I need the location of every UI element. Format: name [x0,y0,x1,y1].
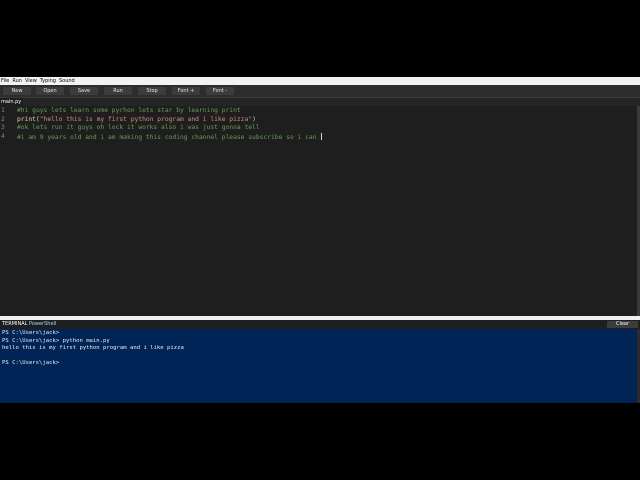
terminal-line: PS C:\Users\jack> python main.py [2,337,110,344]
code-function-token: print( [17,115,40,123]
line-number: 1 [1,107,5,114]
text-cursor [321,132,323,140]
shell-label: PowerShell [29,321,57,327]
terminal-header: TERMINAL PowerShell Clear [0,320,640,329]
clear-button[interactable]: Clear [607,321,638,328]
code-text: #i am 9 years old and i am making this c… [17,132,323,143]
toolbar: New Open Save Run Stop Font + Font - [0,85,640,98]
menu-run[interactable]: Run [12,78,22,84]
font-increase-button[interactable]: Font + [172,87,200,95]
code-editor[interactable]: 1 #hi guys lets learn some pyrhon lets s… [0,106,637,316]
code-punctuation-token: ) [252,115,256,123]
code-line: 2 print("hello this is my first python p… [0,116,637,125]
new-button[interactable]: New [3,87,31,95]
terminal-line: PS C:\Users\jack> [2,330,60,336]
terminal-line: PS C:\Users\jack> [2,360,60,366]
code-comment-token: #i am 9 years old and i am making this c… [17,133,321,141]
terminal-output[interactable]: PS C:\Users\jack> PS C:\Users\jack> pyth… [0,329,637,403]
code-line: 4 #i am 9 years old and i am making this… [0,132,637,143]
menu-typing[interactable]: Typing [40,78,56,84]
code-text: #hi guys lets learn some pyrhon lets sta… [17,107,241,114]
tab-terminal[interactable]: TERMINAL [2,320,27,329]
line-number: 4 [1,132,5,140]
terminal-line: hello this is my first python program an… [2,345,184,351]
code-text: print("hello this is my first python pro… [17,116,256,125]
line-number: 2 [1,115,5,123]
menu-sound[interactable]: Sound [59,78,75,84]
tab-bar: main.py * [0,98,640,113]
code-line: 3 #ok lets run it guys oh lock it works … [0,124,637,133]
code-line: 1 #hi guys lets learn some pyrhon lets s… [0,107,637,116]
font-decrease-button[interactable]: Font - [206,87,234,95]
menu-bar: File Run View Typing Sound [0,77,640,85]
menu-file[interactable]: File [1,78,9,84]
python-editor-window: File Run View Typing Sound New Open Save Run… [0,77,640,403]
save-button[interactable]: Save [70,87,98,95]
code-string-token: "hello this is my first python program a… [39,115,253,123]
stop-button[interactable]: Stop [138,87,166,95]
menu-view[interactable]: View [25,78,37,84]
line-number: 3 [1,124,5,131]
run-button[interactable]: Run [104,87,132,95]
open-button[interactable]: Open [36,87,64,95]
code-text: #ok lets run it guys oh lock it works al… [17,124,260,131]
